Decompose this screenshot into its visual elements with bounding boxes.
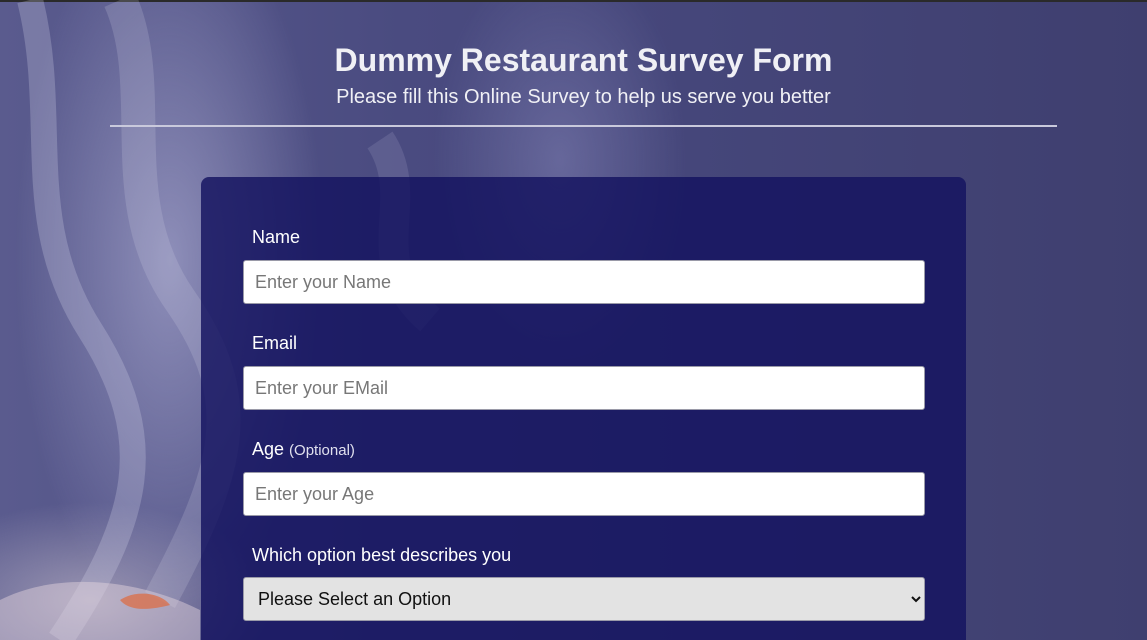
age-input[interactable] (243, 472, 925, 516)
page-title: Dummy Restaurant Survey Form (334, 42, 833, 78)
describe-select[interactable]: Please Select an Option (243, 577, 925, 621)
email-label: Email (252, 333, 298, 353)
name-input[interactable] (243, 260, 925, 304)
top-border (0, 0, 1147, 2)
email-input[interactable] (243, 366, 925, 410)
survey-form: Name Email Age (Optional) Which option b… (201, 177, 966, 640)
name-label: Name (252, 227, 301, 247)
age-label: Age (252, 439, 285, 459)
age-label-group: Age (Optional) (252, 439, 355, 460)
page-subtitle: Please fill this Online Survey to help u… (336, 86, 831, 108)
describe-label: Which option best describes you (252, 545, 512, 565)
age-optional-note: (Optional) (289, 442, 355, 459)
page-header: Dummy Restaurant Survey Form Please fill… (0, 40, 1147, 114)
header-divider (110, 125, 1057, 127)
